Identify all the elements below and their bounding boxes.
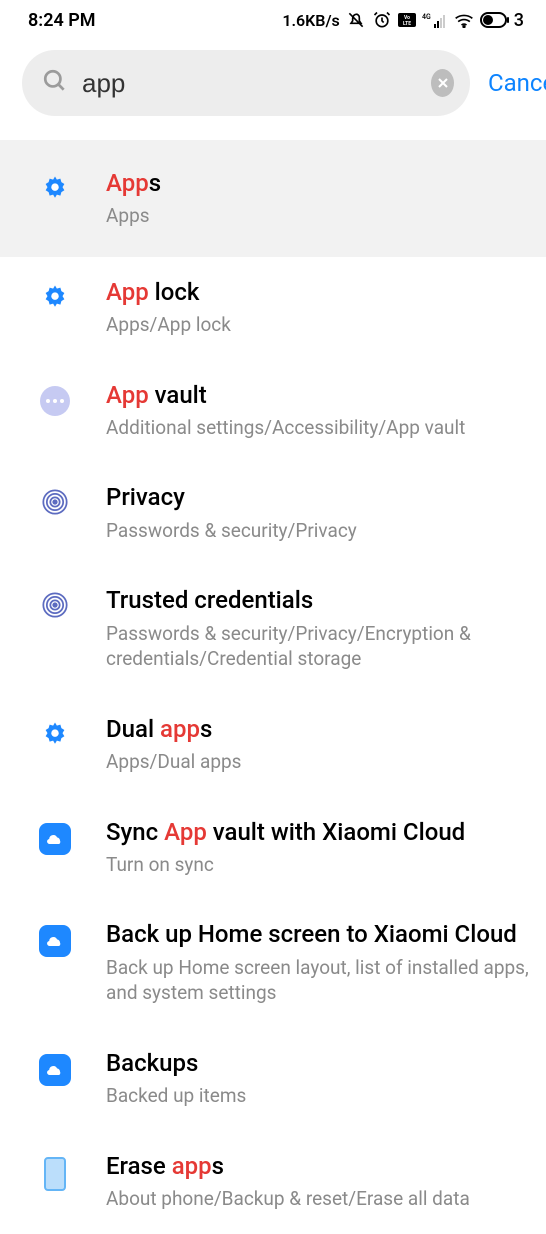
result-subtitle: Passwords & security/Privacy/Encryption … [106, 621, 534, 672]
title-highlight: app [172, 1152, 212, 1180]
gear-icon [38, 168, 72, 208]
result-subtitle: Additional settings/Accessibility/App va… [106, 415, 534, 441]
result-subtitle: Passwords & security/Privacy [106, 518, 534, 544]
result-subtitle: About phone/Backup & reset/Erase all dat… [106, 1186, 534, 1212]
result-content: Back up Home screen to Xiaomi Cloud Back … [106, 919, 534, 1005]
result-content: App lock Apps/App lock [106, 277, 534, 338]
signal-icon: 4G [422, 12, 448, 28]
title-pre: Back up Home screen to Xiaomi Cloud [106, 920, 517, 948]
status-time: 8:24 PM [28, 10, 96, 31]
result-title: Sync App vault with Xiaomi Cloud [106, 817, 534, 848]
result-title: Dual apps [106, 714, 534, 745]
search-results: AppsAppsApp lockApps/App lockApp vaultAd… [0, 140, 546, 1234]
result-content: Trusted credentials Passwords & security/… [106, 585, 534, 671]
result-title: Erase apps [106, 1151, 534, 1182]
gear-icon [38, 277, 72, 317]
result-content: Dual apps Apps/Dual apps [106, 714, 534, 775]
title-pre: Sync [106, 818, 164, 846]
svg-text:4G: 4G [422, 13, 431, 21]
result-content: AppsApps [106, 168, 534, 229]
result-content: Backups Backed up items [106, 1048, 534, 1109]
title-highlight: App [106, 381, 149, 409]
cloud-icon [38, 1048, 72, 1086]
status-bar: 8:24 PM 1.6KB/s VoLTE 4G 3 [0, 0, 546, 40]
network-speed: 1.6KB/s [282, 11, 339, 30]
result-subtitle: Back up Home screen layout, list of inst… [106, 955, 534, 1006]
result-subtitle: Apps/App lock [106, 312, 534, 338]
title-post: vault with Xiaomi Cloud [207, 818, 465, 846]
battery-pct-partial: 3 [514, 10, 524, 31]
search-row: Cancel [0, 40, 546, 126]
result-title: Apps [106, 168, 534, 199]
result-title: Back up Home screen to Xiaomi Cloud [106, 919, 534, 950]
result-item[interactable]: Sync App vault with Xiaomi Cloud Turn on … [0, 797, 546, 900]
result-item[interactable]: Dual apps Apps/Dual apps [0, 694, 546, 797]
gear-icon [38, 714, 72, 754]
fingerprint-icon [38, 585, 72, 623]
result-content: Sync App vault with Xiaomi Cloud Turn on … [106, 817, 534, 878]
result-title: App lock [106, 277, 534, 308]
title-pre: Privacy [106, 483, 185, 511]
more-icon [38, 380, 72, 416]
cloud-icon [38, 817, 72, 855]
result-subtitle: Turn on sync [106, 852, 534, 878]
alarm-icon [372, 10, 392, 30]
result-subtitle: Backed up items [106, 1083, 534, 1109]
wifi-icon [454, 12, 474, 28]
result-title: Privacy [106, 482, 534, 513]
search-icon [42, 68, 68, 98]
result-item[interactable]: App vault Additional settings/Accessibili… [0, 360, 546, 463]
result-content: Privacy Passwords & security/Privacy [106, 482, 534, 543]
phone-icon [38, 1151, 72, 1191]
battery-icon [480, 12, 510, 28]
fingerprint-icon [38, 482, 72, 520]
result-title: Trusted credentials [106, 585, 534, 616]
title-highlight: app [160, 715, 200, 743]
title-post: s [200, 715, 212, 743]
title-highlight: App [106, 278, 149, 306]
cloud-icon [38, 919, 72, 957]
search-pill[interactable] [22, 50, 470, 116]
result-item[interactable]: App lock Apps/App lock [0, 257, 546, 360]
result-item[interactable]: Erase apps About phone/Backup & reset/Era… [0, 1131, 546, 1234]
result-item[interactable]: AppsApps [0, 140, 546, 257]
title-pre: Trusted credentials [106, 586, 313, 614]
result-item[interactable]: Privacy Passwords & security/Privacy [0, 462, 546, 565]
result-item[interactable]: Backups Backed up items [0, 1028, 546, 1131]
clear-icon[interactable] [431, 69, 454, 97]
title-post: vault [149, 381, 207, 409]
title-pre: Backups [106, 1049, 198, 1077]
title-highlight: App [164, 818, 207, 846]
result-title: App vault [106, 380, 534, 411]
result-content: Erase apps About phone/Backup & reset/Era… [106, 1151, 534, 1212]
result-content: App vault Additional settings/Accessibili… [106, 380, 534, 441]
result-subtitle: Apps/Dual apps [106, 749, 534, 775]
title-pre: Dual [106, 715, 160, 743]
title-post: s [149, 169, 161, 197]
result-title: Backups [106, 1048, 534, 1079]
title-post: s [212, 1152, 224, 1180]
title-post: lock [149, 278, 200, 306]
cancel-button[interactable]: Cancel [488, 69, 546, 97]
search-input[interactable] [82, 68, 417, 99]
status-right: 1.6KB/s VoLTE 4G 3 [282, 10, 524, 31]
result-item[interactable]: Back up Home screen to Xiaomi Cloud Back … [0, 899, 546, 1027]
result-item[interactable]: Trusted credentials Passwords & security/… [0, 565, 546, 693]
result-subtitle: Apps [106, 203, 534, 229]
title-highlight: App [106, 169, 149, 197]
volte-icon: VoLTE [398, 13, 416, 27]
mute-icon [346, 10, 366, 30]
svg-text:LTE: LTE [403, 21, 411, 27]
title-pre: Erase [106, 1152, 172, 1180]
